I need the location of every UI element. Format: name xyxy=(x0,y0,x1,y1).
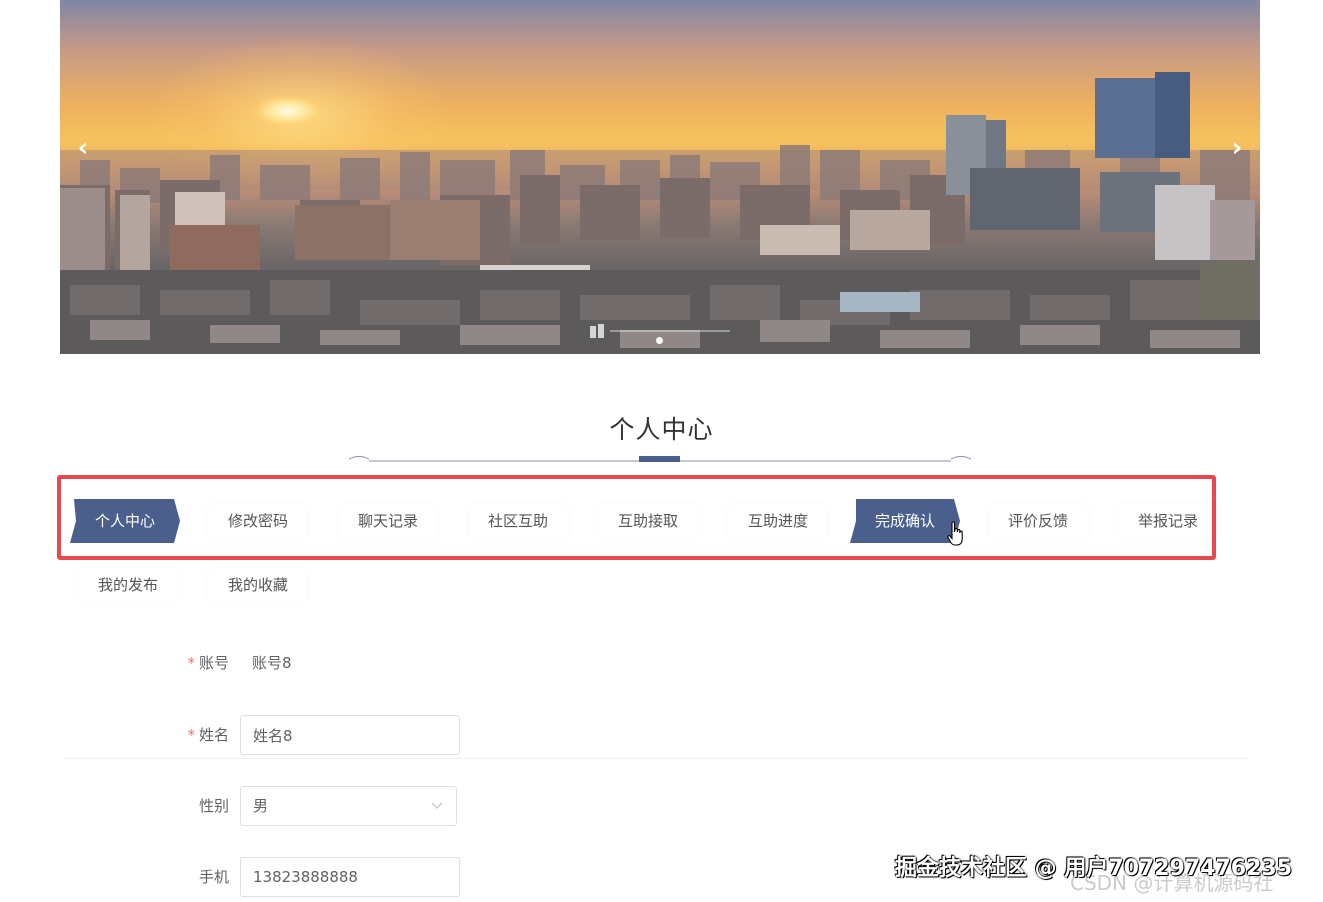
tab-label: 修改密码 xyxy=(227,512,288,530)
tab-report-records[interactable]: 举报记录 xyxy=(1113,499,1223,543)
name-row: * 姓名 xyxy=(0,715,1323,755)
banner-carousel[interactable]: ‹ › xyxy=(60,0,1260,354)
tab-chat-records[interactable]: 聊天记录 xyxy=(333,499,443,543)
tab-my-posts[interactable]: 我的发布 xyxy=(73,563,183,607)
hand-cursor-icon xyxy=(947,521,963,546)
tab-label: 评价反馈 xyxy=(1007,512,1068,530)
phone-input[interactable] xyxy=(240,857,460,897)
tab-community-help[interactable]: 社区互助 xyxy=(463,499,573,543)
divider xyxy=(64,758,1248,759)
title-divider xyxy=(348,456,972,462)
page-title: 个人中心 xyxy=(609,415,714,444)
tab-label: 互助进度 xyxy=(747,512,808,530)
tab-label: 举报记录 xyxy=(1137,512,1198,530)
tab-label: 我的收藏 xyxy=(227,576,288,594)
tab-label: 完成确认 xyxy=(874,512,935,530)
phone-label: 手机 xyxy=(198,868,229,886)
account-value: 账号8 xyxy=(252,654,292,672)
juejin-watermark: 掘金技术社区 @ 用户707297476235 xyxy=(895,856,1293,881)
tab-label: 个人中心 xyxy=(94,512,155,530)
chevron-down-icon[interactable] xyxy=(430,800,444,812)
city-skyline xyxy=(60,72,1260,354)
gender-label: 性别 xyxy=(198,797,229,815)
tab-evaluation-feedback[interactable]: 评价反馈 xyxy=(983,499,1093,543)
gender-row: 性别 男 xyxy=(0,786,1323,826)
required-mark: * xyxy=(187,726,195,744)
tab-help-accept[interactable]: 互助接取 xyxy=(593,499,703,543)
account-label: * 账号 xyxy=(187,643,229,683)
chevron-right-icon[interactable]: › xyxy=(1224,134,1250,162)
required-mark: * xyxy=(187,654,195,672)
tab-help-progress[interactable]: 互助进度 xyxy=(723,499,833,543)
tab-personal-center[interactable]: 个人中心 xyxy=(70,499,180,543)
tab-completion-confirm[interactable]: 完成确认 xyxy=(850,499,960,543)
account-label-text: 账号 xyxy=(198,654,229,672)
tab-label: 聊天记录 xyxy=(357,512,418,530)
tab-label: 我的发布 xyxy=(97,576,158,594)
account-row: * 账号 账号8 xyxy=(0,643,1323,683)
tab-label: 互助接取 xyxy=(617,512,678,530)
name-label-text: 姓名 xyxy=(198,726,229,744)
tab-label: 社区互助 xyxy=(487,512,548,530)
name-label: * 姓名 xyxy=(187,715,229,755)
tab-my-favorites[interactable]: 我的收藏 xyxy=(203,563,313,607)
gender-select[interactable]: 男 xyxy=(240,786,457,826)
chevron-left-icon[interactable]: ‹ xyxy=(70,134,96,162)
tab-change-password[interactable]: 修改密码 xyxy=(203,499,313,543)
name-input[interactable] xyxy=(240,715,460,755)
banner-logo xyxy=(590,324,730,338)
carousel-indicator[interactable] xyxy=(656,337,663,344)
